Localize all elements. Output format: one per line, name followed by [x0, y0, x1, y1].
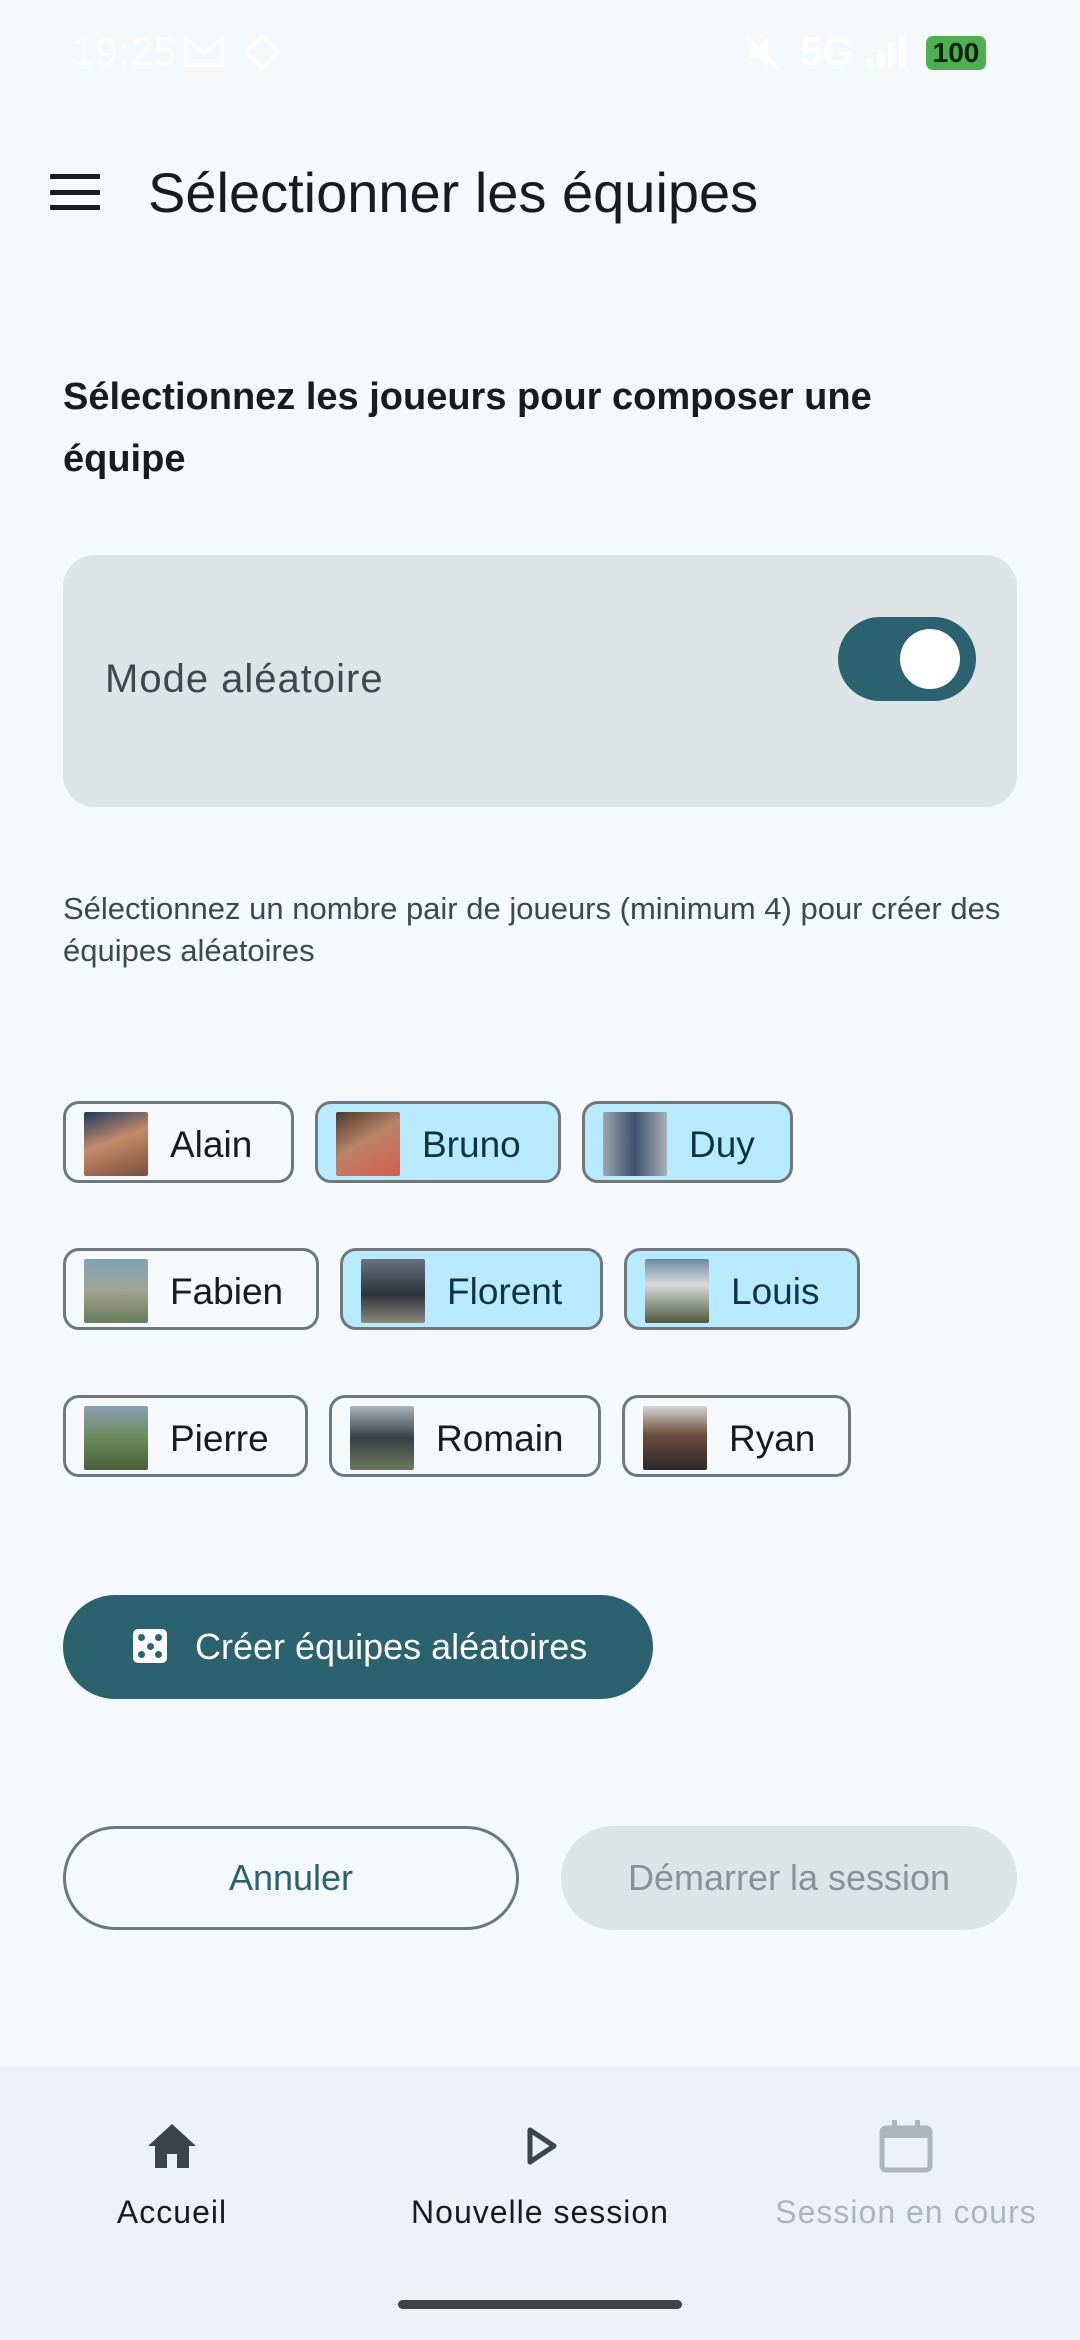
player-avatar [84, 1259, 148, 1323]
battery-indicator: 100 [926, 36, 986, 70]
player-avatar [84, 1112, 148, 1176]
random-mode-card: Mode aléatoire [63, 555, 1017, 807]
home-icon [142, 2116, 202, 2176]
top-app-bar: Sélectionner les équipes [0, 140, 1080, 244]
gmail-icon [184, 34, 224, 79]
dice-icon [133, 1629, 167, 1663]
player-avatar [643, 1406, 707, 1470]
player-name: Ryan [729, 1418, 816, 1459]
player-name: Fabien [170, 1271, 284, 1312]
calendar-icon [876, 2116, 936, 2176]
nav-item-new-session[interactable]: Nouvelle session [360, 2066, 720, 2266]
player-chip-pierre[interactable]: Pierre [63, 1395, 308, 1477]
player-avatar [603, 1112, 667, 1176]
create-random-teams-label: Créer équipes aléatoires [195, 1626, 588, 1667]
player-chip-florent[interactable]: Florent [340, 1248, 603, 1330]
section-subtitle: Sélectionnez les joueurs pour composer u… [63, 376, 872, 480]
nav-label: Session en cours [775, 2194, 1037, 2230]
create-random-teams-button[interactable]: Créer équipes aléatoires [63, 1595, 653, 1699]
player-chip-bruno[interactable]: Bruno [315, 1101, 561, 1183]
random-mode-label: Mode aléatoire [105, 657, 384, 701]
player-name: Louis [731, 1271, 820, 1312]
player-chip-louis[interactable]: Louis [624, 1248, 860, 1330]
random-mode-hint: Sélectionnez un nombre pair de joueurs (… [63, 891, 1001, 968]
nav-label: Accueil [116, 2194, 228, 2230]
status-bar: 19:25 5G 100 [0, 0, 1080, 110]
player-name: Alain [170, 1124, 253, 1165]
signal-icon [864, 34, 908, 80]
player-chip-fabien[interactable]: Fabien [63, 1248, 319, 1330]
play-icon [510, 2116, 570, 2176]
page-title: Sélectionner les équipes [148, 161, 759, 224]
bottom-navigation: Accueil Nouvelle session Session en cour… [0, 2066, 1080, 2340]
player-chip-alain[interactable]: Alain [63, 1101, 294, 1183]
player-avatar [645, 1259, 709, 1323]
player-avatar [336, 1112, 400, 1176]
status-time: 19:25 [72, 30, 178, 74]
player-chip-ryan[interactable]: Ryan [622, 1395, 851, 1477]
player-name: Florent [447, 1271, 563, 1312]
cancel-button[interactable]: Annuler [63, 1826, 519, 1930]
player-avatar [84, 1406, 148, 1470]
toggle-thumb [900, 629, 960, 689]
nav-item-home[interactable]: Accueil [0, 2066, 352, 2266]
player-name: Romain [436, 1418, 564, 1459]
mute-icon [744, 34, 780, 80]
random-mode-toggle[interactable] [838, 617, 976, 701]
player-name: Pierre [170, 1418, 269, 1459]
player-avatar [350, 1406, 414, 1470]
player-name: Bruno [422, 1124, 521, 1165]
player-chip-romain[interactable]: Romain [329, 1395, 601, 1477]
player-name: Duy [689, 1124, 755, 1165]
player-chip-duy[interactable]: Duy [582, 1101, 793, 1183]
location-icon [243, 33, 281, 80]
menu-icon[interactable] [50, 174, 100, 210]
start-session-button[interactable]: Démarrer la session [561, 1826, 1017, 1930]
nav-label: Nouvelle session [411, 2194, 669, 2230]
player-avatar [361, 1259, 425, 1323]
network-type: 5G [800, 30, 854, 74]
nav-item-current-session[interactable]: Session en cours [726, 2066, 1080, 2266]
home-indicator[interactable] [398, 2300, 682, 2309]
